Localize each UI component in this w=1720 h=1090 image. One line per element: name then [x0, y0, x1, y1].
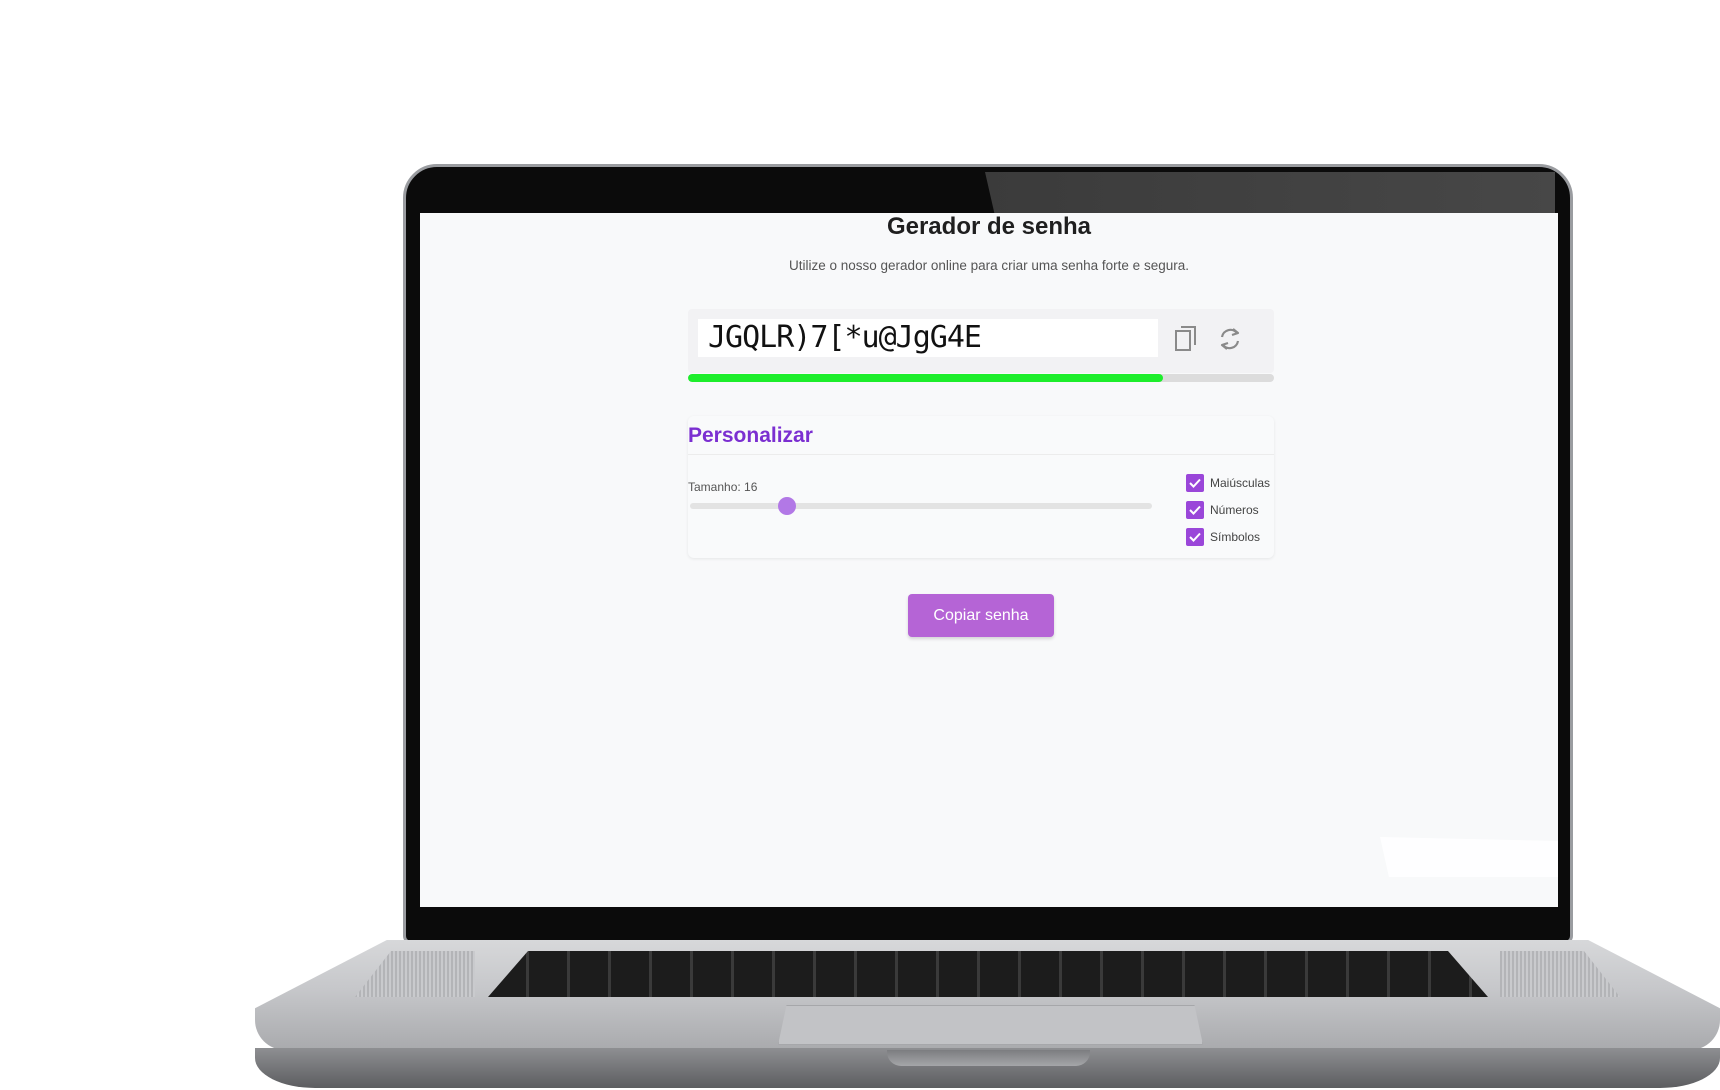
character-options: Maiúsculas Números Símbolos: [1186, 474, 1270, 555]
laptop-notch: [887, 1050, 1090, 1066]
check-icon: [1189, 532, 1201, 542]
checkbox[interactable]: [1186, 474, 1204, 492]
copy-password-button[interactable]: Copiar senha: [908, 594, 1054, 637]
option-checkbox-row[interactable]: Maiúsculas: [1186, 474, 1270, 492]
option-label: Símbolos: [1210, 530, 1261, 544]
checkbox[interactable]: [1186, 528, 1204, 546]
password-display: JGQLR)7[*u@JgG4E: [688, 309, 1274, 373]
length-slider-handle[interactable]: [778, 497, 797, 515]
divider: [688, 454, 1274, 455]
customize-title: Personalizar: [688, 424, 813, 447]
strength-meter-fill: [688, 374, 1163, 382]
option-checkbox-row[interactable]: Símbolos: [1186, 528, 1270, 546]
laptop-trackpad: [778, 1005, 1203, 1045]
page-title: Gerador de senha: [886, 213, 1092, 240]
copy-icon[interactable]: [1170, 323, 1202, 355]
option-label: Números: [1210, 503, 1259, 517]
customize-panel: Personalizar Tamanho: 16 Maiúsculas Númer…: [688, 416, 1274, 558]
refresh-icon[interactable]: [1214, 323, 1246, 355]
checkbox[interactable]: [1186, 501, 1204, 519]
option-checkbox-row[interactable]: Números: [1186, 501, 1270, 519]
length-label: Tamanho: 16: [688, 480, 758, 494]
laptop-keyboard: [488, 951, 1488, 997]
page-subtitle: Utilize o nosso gerador online para cria…: [789, 258, 1189, 273]
password-output[interactable]: JGQLR)7[*u@JgG4E: [698, 319, 1158, 357]
length-slider[interactable]: [690, 497, 1152, 515]
option-label: Maiúsculas: [1210, 476, 1271, 490]
laptop-screen: Gerador de senha Utilize o nosso gerador…: [420, 213, 1558, 907]
screen-glare: [1380, 837, 1558, 877]
check-icon: [1189, 505, 1201, 515]
strength-meter: [688, 374, 1274, 382]
check-icon: [1189, 478, 1201, 488]
